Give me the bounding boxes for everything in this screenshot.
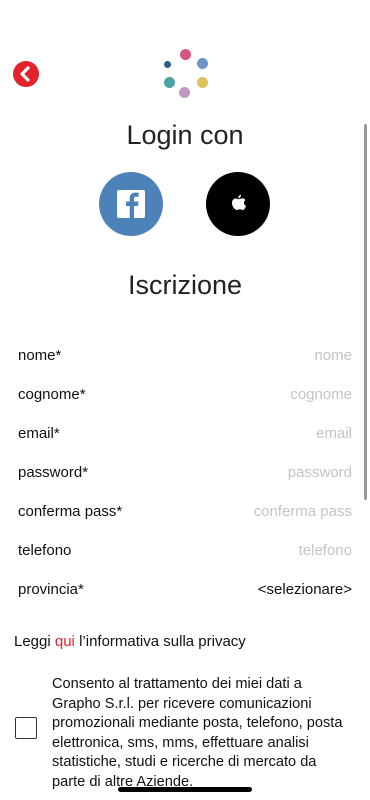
chevron-left-icon — [20, 66, 30, 82]
provincia-select[interactable]: <selezionare> — [258, 581, 352, 598]
privacy-notice: Leggi qui l’informativa sulla privacy — [14, 633, 246, 650]
confirm-password-input[interactable]: conferma pass — [254, 503, 352, 520]
facebook-login-button[interactable] — [99, 172, 163, 236]
privacy-link[interactable]: qui — [55, 633, 75, 650]
email-field[interactable]: email* email — [18, 421, 352, 445]
telefono-field[interactable]: telefono telefono — [18, 538, 352, 562]
apple-login-button[interactable] — [206, 172, 270, 236]
consent-checkbox[interactable] — [15, 717, 37, 739]
password-input[interactable]: password — [288, 464, 352, 481]
privacy-suffix: l’informativa sulla privacy — [74, 633, 246, 650]
scrollbar[interactable] — [364, 124, 367, 500]
telefono-input[interactable]: telefono — [299, 542, 352, 559]
field-label: password* — [18, 463, 89, 481]
email-input[interactable]: email — [316, 425, 352, 442]
registration-title: Iscrizione — [127, 270, 243, 300]
field-label: telefono — [18, 541, 72, 559]
field-label: conferma pass* — [18, 502, 123, 520]
login-title: Login con — [126, 120, 244, 150]
app-logo — [160, 46, 212, 100]
field-label: email* — [18, 424, 60, 442]
field-label: cognome* — [18, 385, 86, 403]
field-label: nome* — [18, 346, 62, 364]
cognome-input[interactable]: cognome — [290, 386, 352, 403]
consent-text: Consento al trattamento dei miei dati a … — [52, 676, 343, 790]
nome-input[interactable]: nome — [314, 347, 352, 364]
password-field[interactable]: password* password — [18, 460, 352, 484]
confirm-password-field[interactable]: conferma pass* conferma pass — [18, 499, 352, 523]
home-indicator[interactable] — [118, 787, 252, 792]
facebook-icon — [117, 190, 145, 218]
nome-field[interactable]: nome* nome — [18, 343, 352, 367]
privacy-prefix: Leggi — [14, 633, 55, 650]
back-button[interactable] — [13, 61, 39, 87]
cognome-field[interactable]: cognome* cognome — [18, 382, 352, 406]
apple-icon — [232, 194, 246, 211]
field-label: provincia* — [18, 580, 84, 598]
provincia-field[interactable]: provincia* <selezionare> — [18, 577, 352, 601]
